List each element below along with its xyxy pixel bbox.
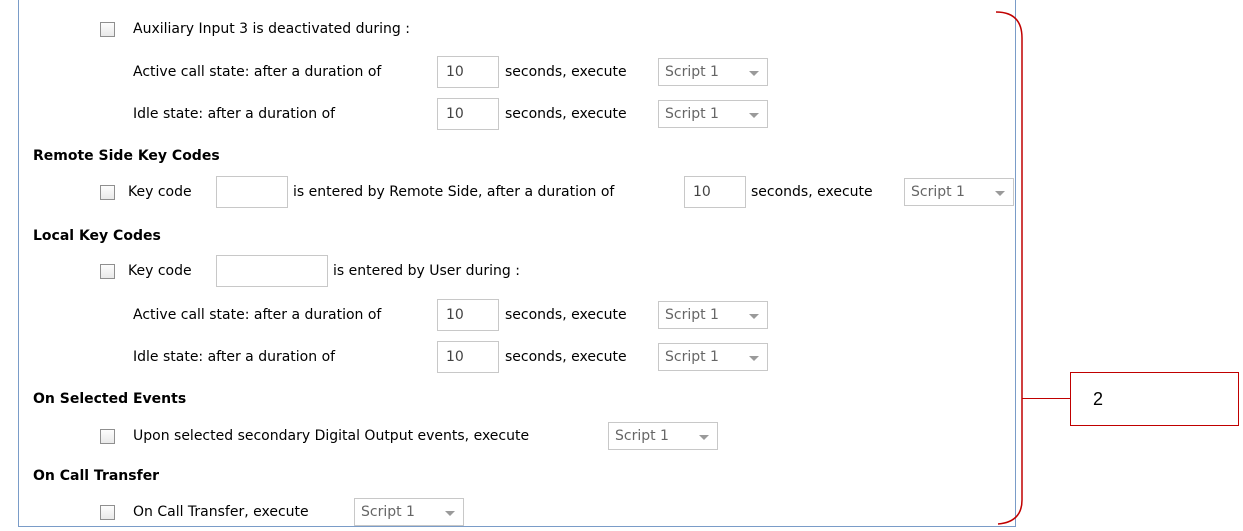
annotation-connector — [1022, 398, 1070, 399]
annotation-label-box: 2 — [1070, 372, 1239, 426]
annotation-label: 2 — [1093, 389, 1104, 409]
annotation-brace — [995, 11, 1023, 525]
